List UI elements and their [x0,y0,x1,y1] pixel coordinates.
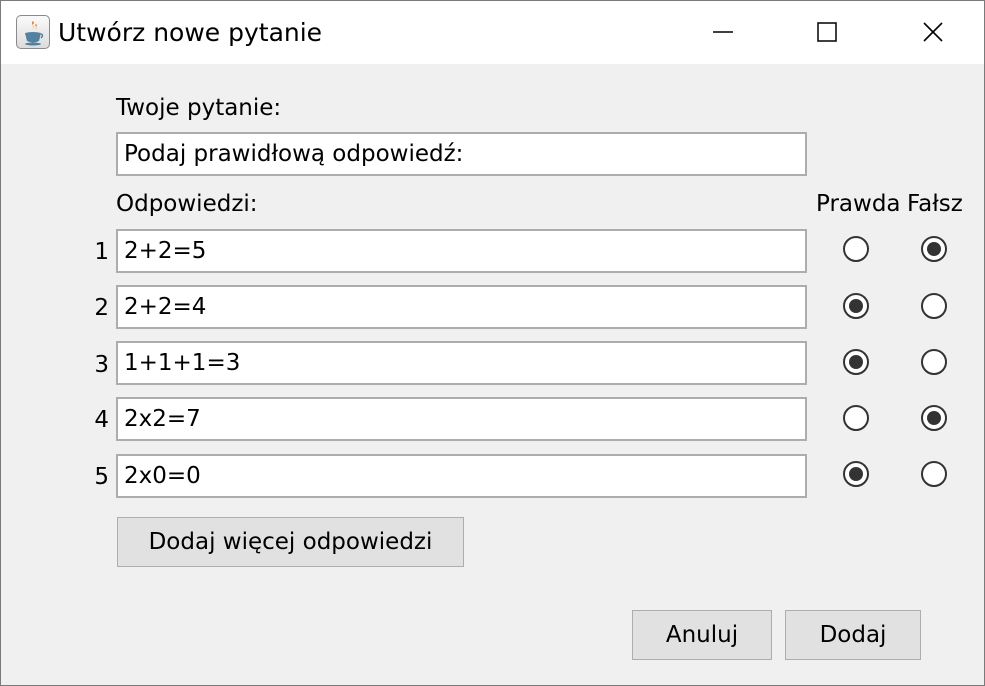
cancel-button[interactable]: Anuluj [632,610,772,660]
answer-number: 1 [94,239,109,265]
minimize-button[interactable] [687,1,759,64]
answer-input-4[interactable] [116,397,807,441]
answer-5-false-radio[interactable] [921,461,947,487]
close-button[interactable] [897,1,969,64]
maximize-button[interactable] [791,1,863,64]
answer-number: 5 [94,464,109,490]
answer-number: 2 [94,295,109,321]
answer-input-1[interactable] [116,229,807,273]
question-label: Twoje pytanie: [116,95,282,121]
answer-input-2[interactable] [116,285,807,329]
answer-input-3[interactable] [116,341,807,385]
answer-2-true-radio[interactable] [843,293,869,319]
answer-1-false-radio[interactable] [921,236,947,262]
false-column-header: Fałsz [907,191,963,217]
true-column-header: Prawda [816,191,901,217]
add-button[interactable]: Dodaj [785,610,921,660]
minimize-icon [713,31,733,33]
answer-4-true-radio[interactable] [843,405,869,431]
answer-input-5[interactable] [116,454,807,498]
answer-3-false-radio[interactable] [921,349,947,375]
java-cup-icon [16,15,50,49]
answer-number: 3 [94,352,109,378]
answer-1-true-radio[interactable] [843,236,869,262]
add-more-answers-button[interactable]: Dodaj więcej odpowiedzi [117,517,464,567]
answer-4-false-radio[interactable] [921,405,947,431]
maximize-icon [817,22,837,42]
answer-2-false-radio[interactable] [921,293,947,319]
answer-3-true-radio[interactable] [843,349,869,375]
close-icon [923,22,943,42]
title-bar[interactable]: Utwórz nowe pytanie [1,1,984,64]
dialog-window: Utwórz nowe pytanie Twoje pytanie: Odpow… [0,0,985,686]
answer-number: 4 [94,407,109,433]
window-title: Utwórz nowe pytanie [58,18,323,47]
question-input[interactable] [116,132,807,176]
answers-label: Odpowiedzi: [116,191,258,217]
answer-5-true-radio[interactable] [843,461,869,487]
